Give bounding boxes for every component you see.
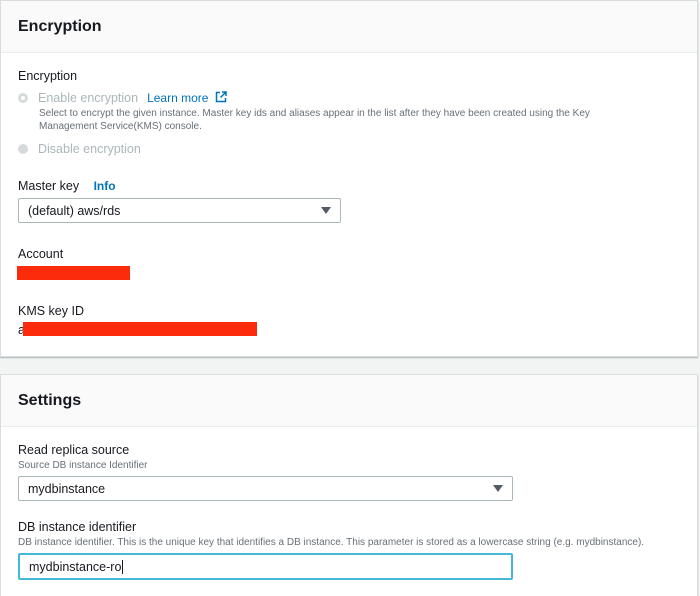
read-replica-description: Source DB instance Identifier [18, 460, 148, 471]
read-replica-label: Read replica source [18, 443, 130, 457]
db-identifier-description: DB instance identifier. This is the uniq… [18, 537, 645, 548]
master-key-label: Master key [18, 179, 80, 193]
encryption-header: Encryption [1, 1, 697, 53]
db-identifier-value: mydbinstance-ro [29, 559, 122, 574]
learn-more-text: Learn more [147, 91, 209, 105]
caret-down-icon [493, 485, 503, 492]
db-identifier-input[interactable]: mydbinstance-ro [18, 553, 513, 580]
learn-more-link[interactable]: Learn more [147, 91, 227, 105]
db-identifier-label: DB instance identifier [18, 520, 137, 534]
settings-header: Settings [1, 375, 697, 427]
enable-encryption-option[interactable]: Enable encryption Learn more [18, 91, 227, 105]
master-key-select[interactable]: (default) aws/rds [18, 198, 341, 223]
enable-encryption-radio[interactable] [18, 93, 28, 103]
kms-key-label: KMS key ID [18, 304, 84, 318]
caret-down-icon [321, 207, 331, 214]
read-replica-value: mydbinstance [28, 481, 106, 496]
disable-encryption-radio[interactable] [18, 144, 28, 154]
master-key-info-link[interactable]: Info [94, 179, 116, 193]
account-redaction [17, 266, 130, 280]
external-link-icon [215, 91, 227, 103]
master-key-value: (default) aws/rds [28, 203, 121, 218]
disable-encryption-label: Disable encryption [38, 142, 141, 156]
read-replica-select[interactable]: mydbinstance [18, 476, 513, 501]
enable-encryption-description: Select to encrypt the given instance. Ma… [39, 108, 590, 132]
encryption-panel: Encryption Encryption Enable encryption … [0, 0, 698, 357]
settings-title: Settings [18, 391, 82, 409]
encryption-field-label: Encryption [18, 69, 78, 83]
text-cursor [122, 559, 124, 574]
encryption-title: Encryption [18, 17, 102, 35]
enable-encryption-label: Enable encryption [38, 91, 139, 105]
account-label: Account [18, 247, 64, 261]
kms-key-redaction [23, 322, 257, 336]
disable-encryption-option[interactable]: Disable encryption [18, 142, 141, 156]
settings-panel: Settings Read replica source Source DB i… [0, 374, 698, 596]
master-key-label-row: Master key Info [18, 177, 116, 195]
